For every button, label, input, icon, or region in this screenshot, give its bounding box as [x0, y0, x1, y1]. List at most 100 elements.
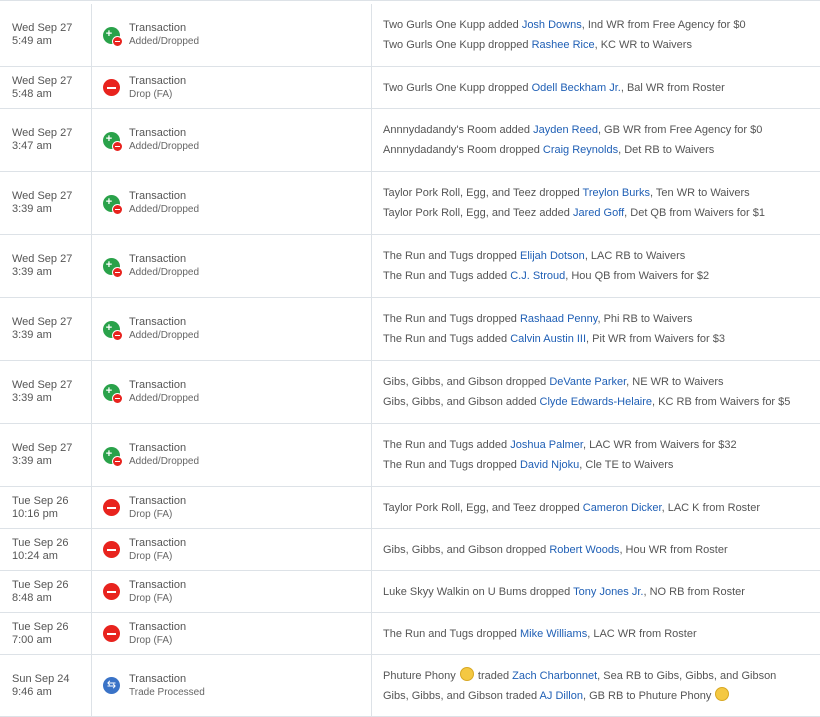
player-link[interactable]: DeVante Parker: [549, 376, 626, 388]
transaction-date: Wed Sep 27: [12, 379, 73, 391]
player-detail-text: , KC WR to Waivers: [594, 39, 692, 51]
type-cell: Transaction Added/Dropped: [92, 361, 372, 423]
player-link[interactable]: AJ Dillon: [540, 690, 583, 702]
type-text: Transaction Drop (FA): [129, 537, 186, 563]
player-link[interactable]: Elijah Dotson: [520, 250, 585, 262]
transaction-subtype: Added/Dropped: [129, 204, 200, 215]
player-detail-text: , Det QB from Waivers for $1: [624, 207, 765, 219]
player-link[interactable]: Jared Goff: [573, 207, 624, 219]
transaction-time: 3:47 am: [12, 140, 52, 152]
minus-badge-icon: [112, 140, 123, 152]
player-link[interactable]: Joshua Palmer: [510, 439, 583, 451]
type-cell: Transaction Drop (FA): [92, 529, 372, 570]
transaction-subtype: Added/Dropped: [129, 393, 200, 404]
team-action-text: The Run and Tugs dropped: [383, 313, 520, 325]
type-text: Transaction Trade Processed: [129, 673, 205, 699]
date-cell: Wed Sep 27 3:39 am: [0, 361, 92, 423]
description-line: The Run and Tugs added Calvin Austin III…: [383, 329, 820, 349]
table-row: Wed Sep 273:47 am Transaction Added/Droppe…: [0, 109, 820, 172]
team-action-text: Taylor Pork Roll, Egg, and Teez added: [383, 207, 573, 219]
team-action-text: Phuture Phony: [383, 669, 459, 682]
player-link[interactable]: Craig Reynolds: [543, 144, 618, 156]
transaction-subtype: Added/Dropped: [129, 267, 200, 278]
type-cell: Transaction Added/Dropped: [92, 424, 372, 486]
transaction-date: Wed Sep 27: [12, 442, 73, 454]
player-detail-text: , Ind WR from Free Agency for $0: [581, 19, 746, 31]
description-line: Annnydadandy's Room dropped Craig Reynol…: [383, 140, 820, 160]
player-link[interactable]: Josh Downs: [522, 19, 582, 31]
player-link[interactable]: Rashee Rice: [532, 39, 595, 51]
player-link[interactable]: Rashaad Penny: [520, 313, 597, 325]
type-cell: Transaction Added/Dropped: [92, 235, 372, 297]
team-action-text: The Run and Tugs added: [383, 333, 511, 345]
transaction-type: Transaction: [129, 22, 187, 34]
description-line: Phuture Phony traded Zach Charbonnet, Se…: [383, 666, 820, 686]
transaction-type: Transaction: [129, 494, 187, 507]
description-line: Gibs, Gibbs, and Gibson added Clyde Edwa…: [383, 392, 820, 412]
description-cell: Gibs, Gibbs, and Gibson dropped DeVante …: [372, 361, 820, 423]
type-text: Transaction Drop (FA): [129, 621, 186, 647]
description-cell: Taylor Pork Roll, Egg, and Teez dropped …: [372, 487, 820, 528]
table-row: Tue Sep 26 7:00 am Transaction Drop (FA) The…: [0, 613, 820, 655]
transaction-time: 9:46 am: [12, 685, 52, 698]
date-cell: Wed Sep 27 3:39 am: [0, 172, 92, 234]
player-link[interactable]: C.J. Stroud: [510, 270, 565, 282]
team-action-text: Annnydadandy's Room added: [383, 124, 534, 136]
add-drop-icon: [103, 383, 123, 404]
transaction-subtype: Drop (FA): [129, 634, 173, 646]
player-link[interactable]: Cameron Dicker: [583, 502, 662, 514]
description-cell: Annnydadandy's Room added Jayden Reed, G…: [372, 109, 820, 171]
add-drop-icon: [103, 320, 123, 341]
drop-icon: [103, 499, 120, 516]
player-detail-text: , Cle TE to Waivers: [579, 459, 674, 471]
table-row: Sun Sep 249:46 am TransactionTrade Proces…: [0, 655, 820, 717]
player-link[interactable]: Zach Charbonnet: [512, 670, 597, 682]
description-cell: The Run and Tugs dropped Elijah Dotson, …: [372, 235, 820, 297]
description-line: Two Gurls One Kupp added Josh Downs, Ind…: [383, 15, 820, 35]
team-action-text: Two Gurls One Kupp dropped: [383, 81, 532, 94]
team-action-text: Gibs, Gibbs, and Gibson dropped: [383, 376, 550, 388]
minus-badge-icon: [112, 203, 123, 215]
transaction-type: Transaction: [129, 442, 187, 454]
team-action-text: Two Gurls One Kupp dropped: [383, 39, 532, 51]
player-link[interactable]: Tony Jones Jr.: [573, 586, 643, 598]
transaction-subtype: Drop (FA): [129, 550, 173, 562]
transaction-time: 7:00 am: [12, 633, 52, 646]
player-link[interactable]: Jayden Reed: [533, 124, 598, 136]
description-cell: Gibs, Gibbs, and Gibson dropped Robert W…: [372, 529, 820, 570]
description-line: Gibs, Gibbs, and Gibson traded AJ Dillon…: [383, 686, 820, 706]
disappointed-face-icon: [459, 666, 474, 681]
player-link[interactable]: Clyde Edwards-Helaire: [540, 396, 653, 408]
team-action-text: Taylor Pork Roll, Egg, and Teez dropped: [383, 501, 583, 514]
player-link[interactable]: Calvin Austin III: [510, 333, 586, 345]
description-cell: The Run and Tugs added Joshua Palmer, LA…: [372, 424, 820, 486]
transaction-date: Tue Sep 26: [12, 536, 69, 549]
transaction-type: Transaction: [129, 190, 187, 202]
player-link[interactable]: Odell Beckham Jr.: [532, 82, 621, 94]
player-link[interactable]: Robert Woods: [549, 544, 619, 556]
team-action-text: Taylor Pork Roll, Egg, and Teez dropped: [383, 187, 583, 199]
type-cell: Transaction Added/Dropped: [92, 298, 372, 360]
player-link[interactable]: Treylon Burks: [583, 187, 650, 199]
type-text: Transaction Added/Dropped: [129, 379, 199, 405]
type-text: Transaction Added/Dropped: [129, 442, 199, 468]
player-link[interactable]: David Njoku: [520, 459, 579, 471]
table-row: Wed Sep 275:49 am Transaction Added/Droppe…: [0, 4, 820, 67]
description-line: Two Gurls One Kupp dropped Odell Beckham…: [383, 78, 820, 98]
player-link[interactable]: Mike Williams: [520, 628, 587, 640]
type-cell: TransactionTrade Processed: [92, 655, 372, 716]
description-line: The Run and Tugs dropped Rashaad Penny, …: [383, 309, 820, 329]
transaction-type: Transaction: [129, 620, 187, 633]
player-detail-text: , GB WR from Free Agency for $0: [597, 124, 763, 136]
description-cell: Phuture Phony traded Zach Charbonnet, Se…: [372, 655, 820, 716]
transaction-type: Transaction: [129, 672, 187, 685]
transaction-type: Transaction: [129, 253, 187, 265]
date-cell: Tue Sep 26 8:48 am: [0, 571, 92, 612]
date-cell: Tue Sep 26 10:24 am: [0, 529, 92, 570]
description-line: Annnydadandy's Room added Jayden Reed, G…: [383, 120, 820, 140]
transaction-date: Tue Sep 26: [12, 578, 69, 591]
date-cell: Sun Sep 24 9:46 am: [0, 655, 92, 716]
date-cell: Wed Sep 27 3:39 am: [0, 424, 92, 486]
type-cell: Transaction Drop (FA): [92, 613, 372, 654]
date-cell: Tue Sep 26 10:16 pm: [0, 487, 92, 528]
